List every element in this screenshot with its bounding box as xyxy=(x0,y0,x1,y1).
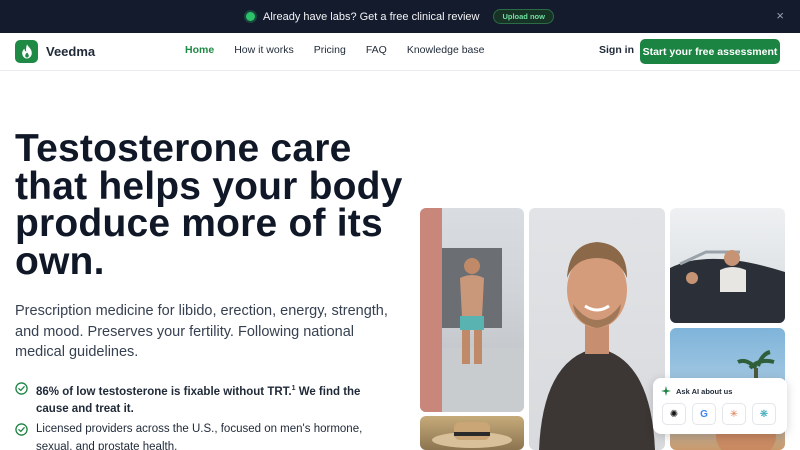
nav-item-knowledge-base[interactable]: Knowledge base xyxy=(407,44,485,56)
start-assessment-button[interactable]: Start your free assessment xyxy=(640,39,780,64)
nav-item-how-it-works[interactable]: How it works xyxy=(234,44,294,56)
ask-ai-header: Ask AI about us xyxy=(661,386,732,396)
openai-icon[interactable]: ✺ xyxy=(662,403,686,425)
feature-text-main: 86% of low testosterone is fixable witho… xyxy=(36,385,292,398)
brand-name: Veedma xyxy=(46,44,96,59)
perplexity-icon[interactable]: ❋ xyxy=(752,403,776,425)
ask-ai-buttons: ✺ G ✳ ❋ xyxy=(662,403,776,425)
check-circle-icon xyxy=(15,382,28,395)
brand-logo[interactable]: Veedma xyxy=(15,40,95,63)
ask-ai-widget: Ask AI about us ✺ G ✳ ❋ xyxy=(653,378,787,434)
photo-man-truck xyxy=(420,208,524,412)
feature-text: 86% of low testosterone is fixable witho… xyxy=(36,380,375,419)
hero-subheadline: Prescription medicine for libido, erecti… xyxy=(15,303,388,360)
status-dot-icon xyxy=(246,12,256,21)
upload-now-button[interactable]: Upload now xyxy=(493,9,554,24)
flame-icon xyxy=(15,40,38,63)
claude-icon[interactable]: ✳ xyxy=(722,403,746,425)
photo-man-convertible xyxy=(670,208,785,323)
announcement-bar: Already have labs? Get a free clinical r… xyxy=(0,0,800,33)
sign-in-link[interactable]: Sign in xyxy=(599,44,634,56)
nav-menu: Home How it works Pricing FAQ Knowledge … xyxy=(185,44,504,56)
photo-smiling-man xyxy=(529,208,665,450)
nav-item-pricing[interactable]: Pricing xyxy=(314,44,346,56)
nav-item-faq[interactable]: FAQ xyxy=(366,44,387,56)
check-circle-icon xyxy=(15,423,28,436)
ask-ai-title: Ask AI about us xyxy=(676,386,733,396)
feature-text: Licensed providers across the U.S., focu… xyxy=(36,423,363,450)
feature-item: 86% of low testosterone is fixable witho… xyxy=(15,380,375,419)
main-nav: Veedma Home How it works Pricing FAQ Kno… xyxy=(0,33,800,71)
announcement-message: Already have labs? Get a free clinical r… xyxy=(263,10,480,23)
sparkle-icon xyxy=(661,386,671,396)
hero-headline: Testosterone care that helps your body p… xyxy=(15,127,403,283)
close-icon[interactable]: × xyxy=(776,9,784,23)
feature-item: Licensed providers across the U.S., focu… xyxy=(15,421,375,450)
photo-hat xyxy=(420,416,524,450)
google-icon[interactable]: G xyxy=(692,403,716,425)
nav-item-home[interactable]: Home xyxy=(185,44,214,56)
